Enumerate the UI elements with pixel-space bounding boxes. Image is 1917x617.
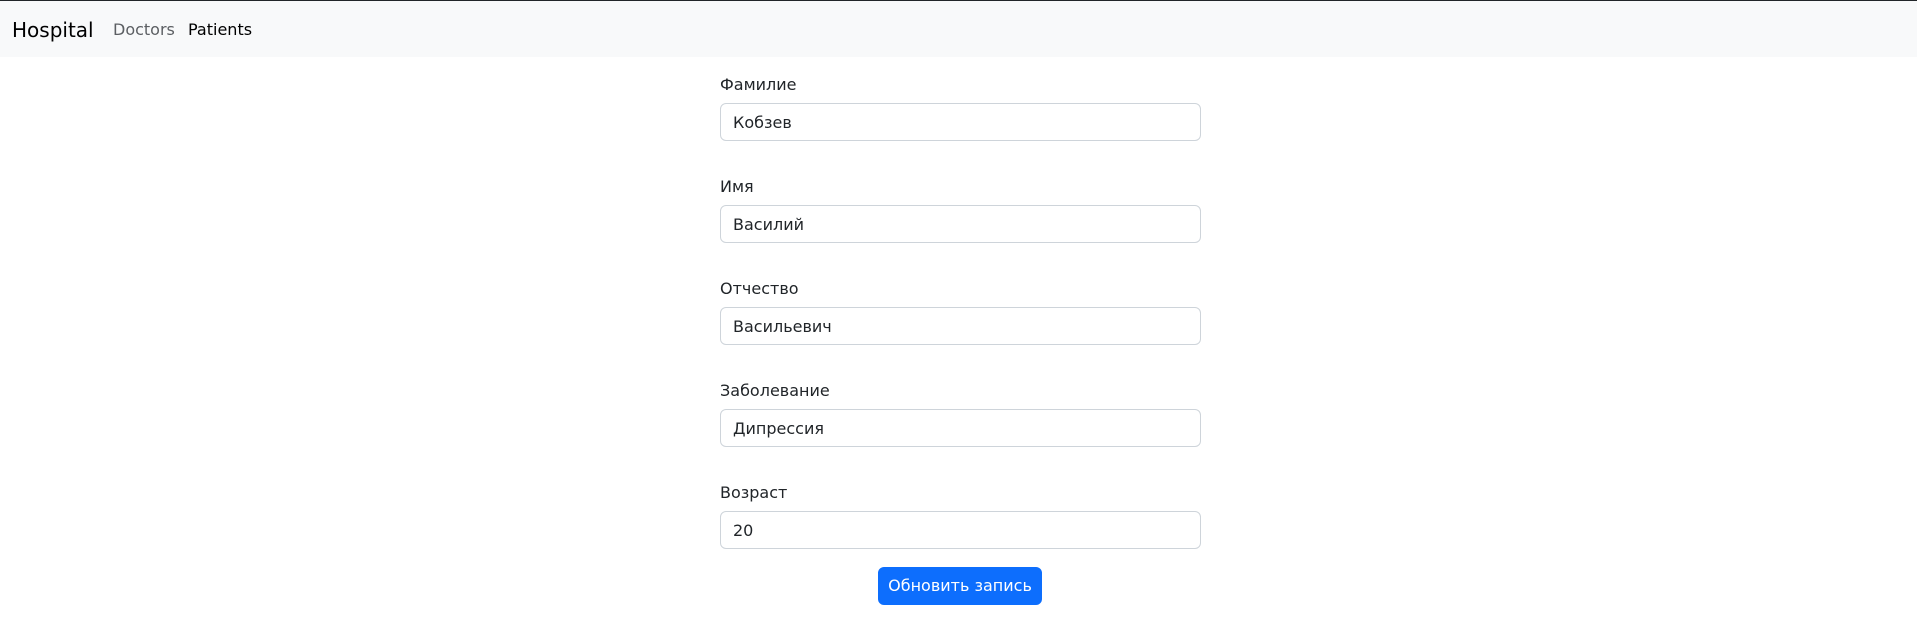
nav-link-patients[interactable]: Patients: [188, 20, 252, 40]
first-name-label: Имя: [720, 177, 754, 196]
last-name-input[interactable]: [720, 103, 1201, 141]
disease-input[interactable]: [720, 409, 1201, 447]
brand-link[interactable]: Hospital: [12, 18, 94, 42]
patronymic-input[interactable]: [720, 307, 1201, 345]
nav-link-doctors[interactable]: Doctors: [113, 20, 175, 40]
disease-label: Заболевание: [720, 381, 830, 400]
age-label: Возраст: [720, 483, 788, 502]
first-name-input[interactable]: [720, 205, 1201, 243]
age-input[interactable]: [720, 511, 1201, 549]
navbar: Hospital Doctors Patients: [0, 0, 1917, 57]
last-name-label: Фамилие: [720, 75, 797, 94]
patronymic-label: Отчество: [720, 279, 799, 298]
update-record-button[interactable]: Обновить запись: [878, 567, 1042, 605]
